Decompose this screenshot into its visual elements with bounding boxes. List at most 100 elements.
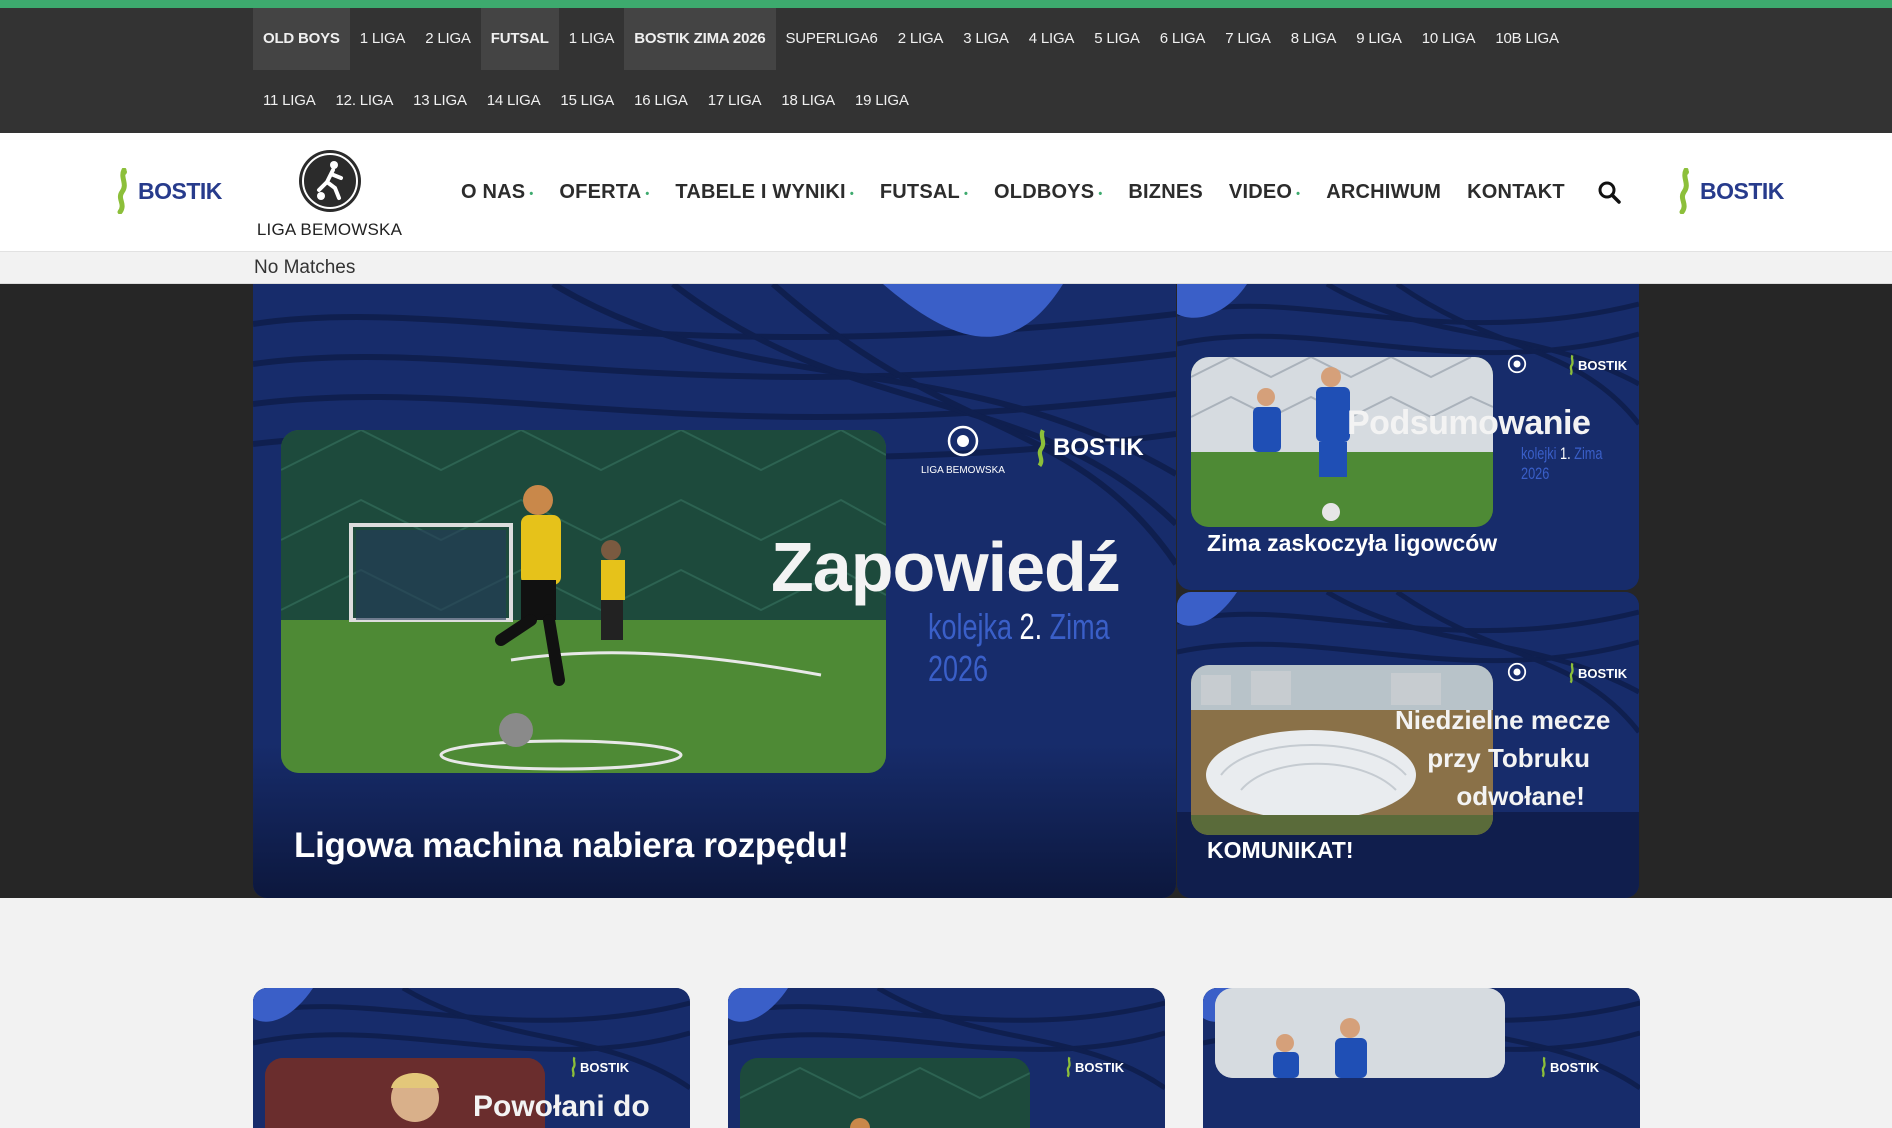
league-bar: OLD BOYS 1 LIGA 2 LIGA FUTSAL 1 LIGA BOSTIK Z… [0, 8, 1892, 133]
subtitle-num: 1. [1559, 444, 1571, 463]
league-link[interactable]: 14 LIGA [477, 70, 551, 132]
league-link[interactable]: 10 LIGA [1412, 8, 1486, 70]
league-link[interactable]: 6 LIGA [1150, 8, 1216, 70]
menu-item-label: KONTAKT [1467, 181, 1565, 203]
menu-item-label: O NAS [461, 181, 526, 203]
league-row-1: OLD BOYS 1 LIGA 2 LIGA FUTSAL 1 LIGA BOSTIK Z… [253, 8, 1569, 70]
graphic-headline: Niedzielne mecze przy Tobruku odwołane! [1395, 701, 1610, 815]
liga-bemowska-mark: LIGA BEMOWSKA [921, 424, 1005, 476]
accent-stripe [0, 0, 1892, 8]
hero-section: LIGA BEMOWSKA BOSTIK Zapowiedź kolejka 2… [0, 284, 1892, 898]
gecko-icon [1037, 429, 1046, 468]
league-link[interactable]: 3 LIGA [953, 8, 1019, 70]
site-logo[interactable]: LIGA BEMOWSKA [252, 150, 407, 240]
chevron-down-icon: • [645, 187, 650, 200]
menu-item[interactable]: KONTAKT [1467, 181, 1565, 204]
sponsor-logo-right[interactable]: BOSTIK [1672, 168, 1784, 214]
bostik-mark: BOSTIK [1566, 354, 1627, 376]
mark-sponsor: BOSTIK [1075, 1059, 1125, 1075]
bostik-mark: BOSTIK [1538, 1056, 1599, 1078]
hero-side-card-2[interactable]: BOSTIK Niedzielne mecze przy Tobruku odw… [1177, 592, 1639, 898]
league-link[interactable]: OLD BOYS [253, 8, 350, 70]
graphic-title: Podsumowanie [1347, 404, 1591, 442]
subtitle-a: kolejki [1521, 444, 1557, 463]
league-link[interactable]: SUPERLIGA6 [776, 8, 888, 70]
gecko-icon [117, 168, 127, 214]
bostik-mark: BOSTIK [1566, 662, 1627, 684]
menu-item-label: TABELE I WYNIKI [675, 181, 846, 203]
league-link[interactable]: 4 LIGA [1019, 8, 1085, 70]
search-icon[interactable] [1597, 180, 1621, 209]
league-link[interactable]: 17 LIGA [698, 70, 772, 132]
league-link[interactable]: 9 LIGA [1346, 8, 1412, 70]
subtitle-num: 2. [1019, 606, 1043, 647]
league-link[interactable]: 5 LIGA [1084, 8, 1150, 70]
menu-item-label: VIDEO [1228, 181, 1293, 203]
mark-sponsor: BOSTIK [1578, 357, 1628, 373]
graphic-subtitle: kolejka 2. Zima 2026 [928, 606, 1114, 690]
menu-item[interactable]: O NAS • [461, 181, 533, 204]
league-row-2: 11 LIGA 12. LIGA 13 LIGA 14 LIGA 15 LIGA 16 L… [253, 70, 919, 132]
hero-side-caption-2[interactable]: KOMUNIKAT! [1207, 837, 1354, 864]
mark-sponsor: BOSTIK [1578, 665, 1628, 681]
liga-bemowska-mark [1507, 354, 1527, 374]
league-link[interactable]: FUTSAL [480, 8, 559, 70]
hero-side-caption-1[interactable]: Zima zaskoczyła ligowców [1207, 530, 1497, 557]
mark-sponsor: BOSTIK [580, 1059, 630, 1075]
menu-item[interactable]: OLDBOYS • [994, 181, 1102, 204]
league-link[interactable]: 10B LIGA [1485, 8, 1568, 70]
league-link[interactable]: 7 LIGA [1215, 8, 1281, 70]
hero-main-card[interactable]: LIGA BEMOWSKA BOSTIK Zapowiedź kolejka 2… [253, 284, 1176, 898]
league-link[interactable]: 18 LIGA [771, 70, 845, 132]
menu-item-label: FUTSAL [879, 181, 960, 203]
bostik-mark: BOSTIK [568, 1056, 629, 1078]
bostik-mark: BOSTIK [1031, 428, 1144, 468]
headline-line-1: Niedzielne mecze [1395, 705, 1611, 735]
menu-item[interactable]: FUTSAL • [880, 181, 968, 204]
menu-item[interactable]: VIDEO • [1229, 181, 1300, 204]
menu-item[interactable]: TABELE I WYNIKI • [675, 181, 853, 204]
gecko-icon [1541, 1056, 1546, 1078]
news-photo-3 [1215, 988, 1505, 1078]
gecko-icon [1569, 354, 1574, 376]
sponsor-name: BOSTIK [1700, 177, 1784, 204]
gecko-icon [571, 1056, 576, 1078]
league-link[interactable]: 1 LIGA [559, 8, 625, 70]
league-link[interactable]: 12. LIGA [326, 70, 404, 132]
menu-item[interactable]: BIZNES [1128, 181, 1203, 204]
logo-name: LIGA BEMOWSKA [256, 220, 403, 239]
chevron-down-icon: • [1296, 187, 1301, 200]
league-link[interactable]: 8 LIGA [1281, 8, 1347, 70]
gecko-icon [1569, 662, 1574, 684]
league-link[interactable]: 2 LIGA [415, 8, 481, 70]
league-link[interactable]: 13 LIGA [403, 70, 477, 132]
news-card-3[interactable]: BOSTIK [1203, 988, 1640, 1128]
league-link[interactable]: 1 LIGA [350, 8, 416, 70]
menu-item-label: OLDBOYS [994, 181, 1095, 203]
league-link[interactable]: 11 LIGA [253, 70, 326, 132]
league-link[interactable]: 19 LIGA [845, 70, 919, 132]
news-card-1[interactable]: BOSTIK Powołani do [253, 988, 690, 1128]
news-card-2[interactable]: BOSTIK [728, 988, 1165, 1128]
league-link[interactable]: 2 LIGA [888, 8, 954, 70]
liga-bemowska-mark [1507, 662, 1527, 682]
hero-side-card-1[interactable]: BOSTIK Podsumowanie kolejki 1. Zima 2026… [1177, 284, 1639, 590]
chevron-down-icon: • [1098, 187, 1103, 200]
menu-item[interactable]: OFERTA • [559, 181, 649, 204]
graphic-subtitle: kolejki 1. Zima 2026 [1521, 444, 1610, 484]
menu-item[interactable]: ARCHIWUM [1326, 181, 1441, 204]
headline-line-3: odwołane! [1456, 781, 1585, 811]
subtitle-a: kolejka [928, 606, 1013, 647]
graphic-title: Powołani do [473, 1090, 650, 1123]
hero-main-caption[interactable]: Ligowa machina nabiera rozpędu! [294, 826, 849, 866]
league-link[interactable]: BOSTIK ZIMA 2026 [624, 8, 776, 70]
sponsor-logo-left[interactable]: BOSTIK [110, 168, 222, 214]
league-link[interactable]: 15 LIGA [550, 70, 624, 132]
league-link[interactable]: 16 LIGA [624, 70, 698, 132]
football-player-icon [298, 150, 361, 212]
gecko-icon [1679, 168, 1689, 214]
menu-item-label: ARCHIWUM [1326, 181, 1442, 203]
mark-sponsor: BOSTIK [1053, 434, 1144, 461]
graphic-title: Zapowiedź [771, 528, 1121, 606]
chevron-down-icon: • [529, 187, 534, 200]
